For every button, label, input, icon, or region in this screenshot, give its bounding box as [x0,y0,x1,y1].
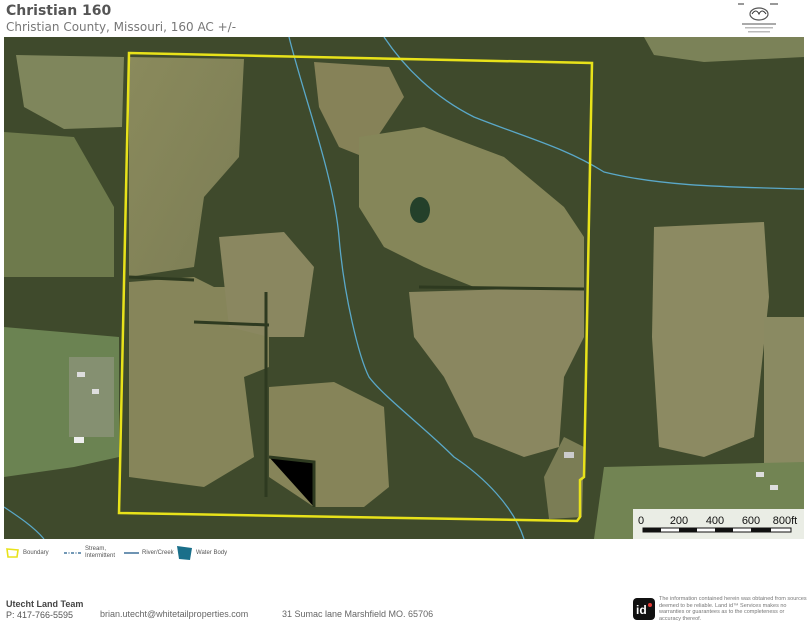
map-title: Christian 160 [6,3,112,19]
legend-stream: Stream, Intermittent [63,546,123,566]
boundary-icon [6,548,19,558]
satellite-map[interactable] [4,37,804,539]
team-phone: P: 417-766-5595 [6,610,74,620]
team-email[interactable]: brian.utecht@whitetailproperties.com [100,609,248,619]
team-address: 31 Sumac lane Marshfield MO. 65706 [282,609,434,619]
brokerage-logo [738,3,778,33]
scale-label-0: 0 [638,515,644,527]
scale-bar: 0 200 400 600 800ft [633,509,804,539]
river-icon [124,552,139,554]
stream-icon [64,552,81,554]
field [764,317,804,477]
field [652,222,769,457]
disclaimer-text: The information contained herein was obt… [659,596,807,622]
team-name: Utecht Land Team [6,599,84,609]
map-legend: Boundary Stream, Intermittent River/Cree… [6,546,306,566]
map-subtitle: Christian County, Missouri, 160 AC +/- [6,20,237,34]
scale-label-200: 200 [670,515,688,527]
water-body-icon [177,546,192,560]
land-id-logo: id [633,598,655,620]
farm-buildings [69,357,114,437]
scale-label-400: 400 [706,515,724,527]
field [269,382,389,507]
scale-label-800ft: 800ft [773,515,797,527]
legend-boundary: Boundary [6,546,61,566]
legend-water-body: Water Body [176,546,236,566]
svg-text:id: id [636,603,647,617]
legend-river: River/Creek [123,546,178,566]
pond [410,197,430,223]
scale-label-600: 600 [742,515,760,527]
